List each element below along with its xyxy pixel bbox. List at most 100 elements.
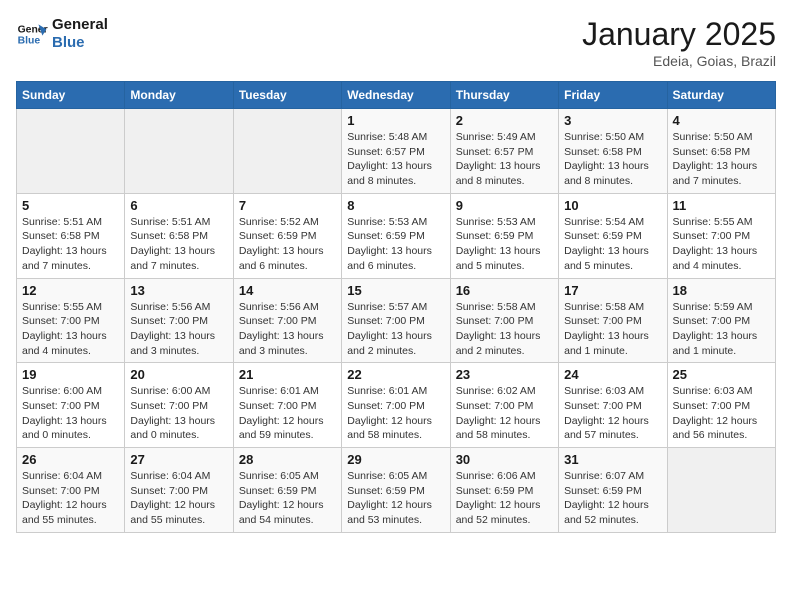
day-number: 20 [130,367,227,382]
calendar-cell: 20 Sunrise: 6:00 AM Sunset: 7:00 PM Dayli… [125,363,233,448]
day-header-friday: Friday [559,82,667,109]
day-info: Sunrise: 5:51 AM Sunset: 6:58 PM Dayligh… [130,215,227,274]
calendar-week-row: 12 Sunrise: 5:55 AM Sunset: 7:00 PM Dayli… [17,278,776,363]
day-number: 14 [239,283,336,298]
calendar-cell: 19 Sunrise: 6:00 AM Sunset: 7:00 PM Dayli… [17,363,125,448]
calendar-cell [17,109,125,194]
day-number: 17 [564,283,661,298]
calendar-cell: 18Sunrise: 5:59 AM Sunset: 7:00 PM Dayli… [667,278,775,363]
day-header-wednesday: Wednesday [342,82,450,109]
day-number: 16 [456,283,553,298]
calendar-cell: 22 Sunrise: 6:01 AM Sunset: 7:00 PM Dayli… [342,363,450,448]
day-number: 8 [347,198,444,213]
day-info: Sunrise: 6:02 AM Sunset: 7:00 PM Dayligh… [456,384,553,443]
calendar-cell: 15 Sunrise: 5:57 AM Sunset: 7:00 PM Dayli… [342,278,450,363]
calendar-week-row: 19 Sunrise: 6:00 AM Sunset: 7:00 PM Dayli… [17,363,776,448]
day-number: 22 [347,367,444,382]
calendar-table: SundayMondayTuesdayWednesdayThursdayFrid… [16,81,776,533]
calendar-cell: 25 Sunrise: 6:03 AM Sunset: 7:00 PM Dayli… [667,363,775,448]
day-number: 5 [22,198,119,213]
day-info: Sunrise: 5:53 AM Sunset: 6:59 PM Dayligh… [456,215,553,274]
calendar-week-row: 5 Sunrise: 5:51 AM Sunset: 6:58 PM Daylig… [17,193,776,278]
day-info: Sunrise: 5:52 AM Sunset: 6:59 PM Dayligh… [239,215,336,274]
day-number: 12 [22,283,119,298]
day-info: Sunrise: 5:56 AM Sunset: 7:00 PM Dayligh… [239,300,336,359]
day-info: Sunrise: 6:03 AM Sunset: 7:00 PM Dayligh… [673,384,770,443]
day-info: Sunrise: 6:01 AM Sunset: 7:00 PM Dayligh… [347,384,444,443]
day-info: Sunrise: 6:01 AM Sunset: 7:00 PM Dayligh… [239,384,336,443]
day-info: Sunrise: 6:04 AM Sunset: 7:00 PM Dayligh… [22,469,119,528]
calendar-cell [233,109,341,194]
calendar-cell: 8 Sunrise: 5:53 AM Sunset: 6:59 PM Daylig… [342,193,450,278]
day-number: 9 [456,198,553,213]
calendar-cell: 24 Sunrise: 6:03 AM Sunset: 7:00 PM Dayli… [559,363,667,448]
calendar-cell: 9 Sunrise: 5:53 AM Sunset: 6:59 PM Daylig… [450,193,558,278]
day-number: 15 [347,283,444,298]
day-number: 3 [564,113,661,128]
day-info: Sunrise: 6:04 AM Sunset: 7:00 PM Dayligh… [130,469,227,528]
location-subtitle: Edeia, Goias, Brazil [582,53,776,69]
day-number: 23 [456,367,553,382]
day-number: 19 [22,367,119,382]
day-header-tuesday: Tuesday [233,82,341,109]
day-info: Sunrise: 6:05 AM Sunset: 6:59 PM Dayligh… [347,469,444,528]
calendar-week-row: 1Sunrise: 5:48 AM Sunset: 6:57 PM Daylig… [17,109,776,194]
day-info: Sunrise: 5:54 AM Sunset: 6:59 PM Dayligh… [564,215,661,274]
day-info: Sunrise: 5:57 AM Sunset: 7:00 PM Dayligh… [347,300,444,359]
calendar-cell: 11 Sunrise: 5:55 AM Sunset: 7:00 PM Dayli… [667,193,775,278]
day-number: 2 [456,113,553,128]
calendar-week-row: 26 Sunrise: 6:04 AM Sunset: 7:00 PM Dayli… [17,448,776,533]
day-info: Sunrise: 5:55 AM Sunset: 7:00 PM Dayligh… [22,300,119,359]
calendar-cell: 4Sunrise: 5:50 AM Sunset: 6:58 PM Daylig… [667,109,775,194]
calendar-cell: 12 Sunrise: 5:55 AM Sunset: 7:00 PM Dayli… [17,278,125,363]
day-info: Sunrise: 6:00 AM Sunset: 7:00 PM Dayligh… [22,384,119,443]
calendar-cell: 14 Sunrise: 5:56 AM Sunset: 7:00 PM Dayli… [233,278,341,363]
day-number: 25 [673,367,770,382]
day-info: Sunrise: 5:55 AM Sunset: 7:00 PM Dayligh… [673,215,770,274]
day-number: 24 [564,367,661,382]
day-number: 11 [673,198,770,213]
logo-text-blue: Blue [52,34,108,52]
day-info: Sunrise: 6:00 AM Sunset: 7:00 PM Dayligh… [130,384,227,443]
day-info: Sunrise: 6:05 AM Sunset: 6:59 PM Dayligh… [239,469,336,528]
day-number: 30 [456,452,553,467]
day-header-monday: Monday [125,82,233,109]
day-number: 31 [564,452,661,467]
calendar-cell: 1Sunrise: 5:48 AM Sunset: 6:57 PM Daylig… [342,109,450,194]
day-info: Sunrise: 5:58 AM Sunset: 7:00 PM Dayligh… [456,300,553,359]
calendar-cell [125,109,233,194]
day-number: 26 [22,452,119,467]
calendar-cell: 26 Sunrise: 6:04 AM Sunset: 7:00 PM Dayli… [17,448,125,533]
day-info: Sunrise: 5:53 AM Sunset: 6:59 PM Dayligh… [347,215,444,274]
day-info: Sunrise: 5:51 AM Sunset: 6:58 PM Dayligh… [22,215,119,274]
calendar-cell: 30Sunrise: 6:06 AM Sunset: 6:59 PM Dayli… [450,448,558,533]
calendar-cell: 27 Sunrise: 6:04 AM Sunset: 7:00 PM Dayli… [125,448,233,533]
day-info: Sunrise: 5:50 AM Sunset: 6:58 PM Dayligh… [564,130,661,189]
day-number: 27 [130,452,227,467]
day-info: Sunrise: 6:07 AM Sunset: 6:59 PM Dayligh… [564,469,661,528]
day-info: Sunrise: 6:03 AM Sunset: 7:00 PM Dayligh… [564,384,661,443]
day-info: Sunrise: 5:48 AM Sunset: 6:57 PM Dayligh… [347,130,444,189]
day-info: Sunrise: 5:58 AM Sunset: 7:00 PM Dayligh… [564,300,661,359]
calendar-cell: 7 Sunrise: 5:52 AM Sunset: 6:59 PM Daylig… [233,193,341,278]
calendar-cell: 6 Sunrise: 5:51 AM Sunset: 6:58 PM Daylig… [125,193,233,278]
day-header-sunday: Sunday [17,82,125,109]
day-number: 7 [239,198,336,213]
svg-text:Blue: Blue [18,36,41,47]
day-info: Sunrise: 5:49 AM Sunset: 6:57 PM Dayligh… [456,130,553,189]
logo-icon: General Blue [16,18,48,50]
calendar-header-row: SundayMondayTuesdayWednesdayThursdayFrid… [17,82,776,109]
day-number: 10 [564,198,661,213]
logo: General Blue General Blue [16,16,108,52]
calendar-cell: 31 Sunrise: 6:07 AM Sunset: 6:59 PM Dayli… [559,448,667,533]
day-info: Sunrise: 5:56 AM Sunset: 7:00 PM Dayligh… [130,300,227,359]
month-title: January 2025 [582,16,776,53]
day-number: 21 [239,367,336,382]
day-number: 13 [130,283,227,298]
calendar-cell: 5 Sunrise: 5:51 AM Sunset: 6:58 PM Daylig… [17,193,125,278]
page-header: General Blue General Blue January 2025 E… [16,16,776,69]
calendar-cell: 23 Sunrise: 6:02 AM Sunset: 7:00 PM Dayli… [450,363,558,448]
calendar-cell: 10 Sunrise: 5:54 AM Sunset: 6:59 PM Dayli… [559,193,667,278]
day-number: 6 [130,198,227,213]
day-number: 4 [673,113,770,128]
